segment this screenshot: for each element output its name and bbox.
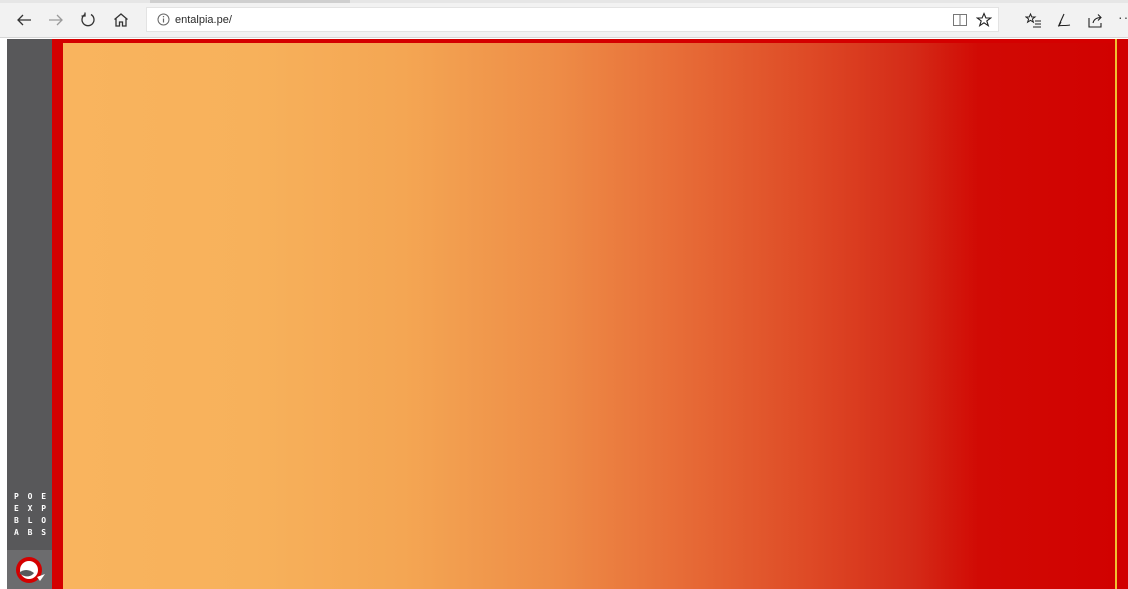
info-icon[interactable] — [157, 13, 170, 26]
address-bar[interactable]: entalpia.pe/ — [146, 7, 999, 32]
logo-line: A B S — [14, 528, 49, 537]
favorite-star-icon — [976, 12, 992, 28]
brand-logo-icon — [16, 557, 45, 583]
refresh-icon — [81, 12, 95, 27]
web-page: P O E E X P B L O A B S — [0, 39, 1128, 589]
hero-gradient-banner — [63, 39, 1128, 589]
pen-ink-icon — [1057, 13, 1070, 27]
active-tab-indicator[interactable] — [150, 0, 350, 3]
share-icon — [1087, 13, 1102, 28]
logo-line: B L O — [14, 516, 49, 525]
refresh-button[interactable] — [75, 8, 101, 32]
arrow-left-icon — [17, 14, 31, 26]
browser-chrome: entalpia.pe/ ·· — [0, 0, 1128, 38]
forward-button[interactable] — [43, 8, 69, 32]
tab-strip — [0, 0, 1128, 3]
arrow-right-icon — [49, 14, 63, 26]
brand-emblem[interactable] — [7, 550, 52, 589]
home-icon — [114, 13, 128, 27]
hero-right-border — [1117, 39, 1128, 589]
favorites-hub-icon — [1024, 12, 1041, 27]
home-button[interactable] — [108, 8, 134, 32]
reading-view-icon — [953, 14, 967, 26]
reading-view-button[interactable] — [951, 11, 969, 29]
share-button[interactable] — [1084, 9, 1106, 31]
logo-line: E X P — [14, 504, 49, 513]
logo-line: P O E — [14, 492, 49, 501]
favorites-hub-button[interactable] — [1022, 9, 1044, 31]
hero-left-border — [52, 39, 63, 589]
url-text[interactable]: entalpia.pe/ — [175, 14, 232, 26]
rail-logo-text[interactable]: P O E E X P B L O A B S — [14, 491, 49, 539]
web-note-button[interactable] — [1052, 9, 1074, 31]
back-button[interactable] — [11, 8, 37, 32]
favorite-button[interactable] — [975, 11, 993, 29]
more-button[interactable]: ·· — [1118, 10, 1128, 24]
